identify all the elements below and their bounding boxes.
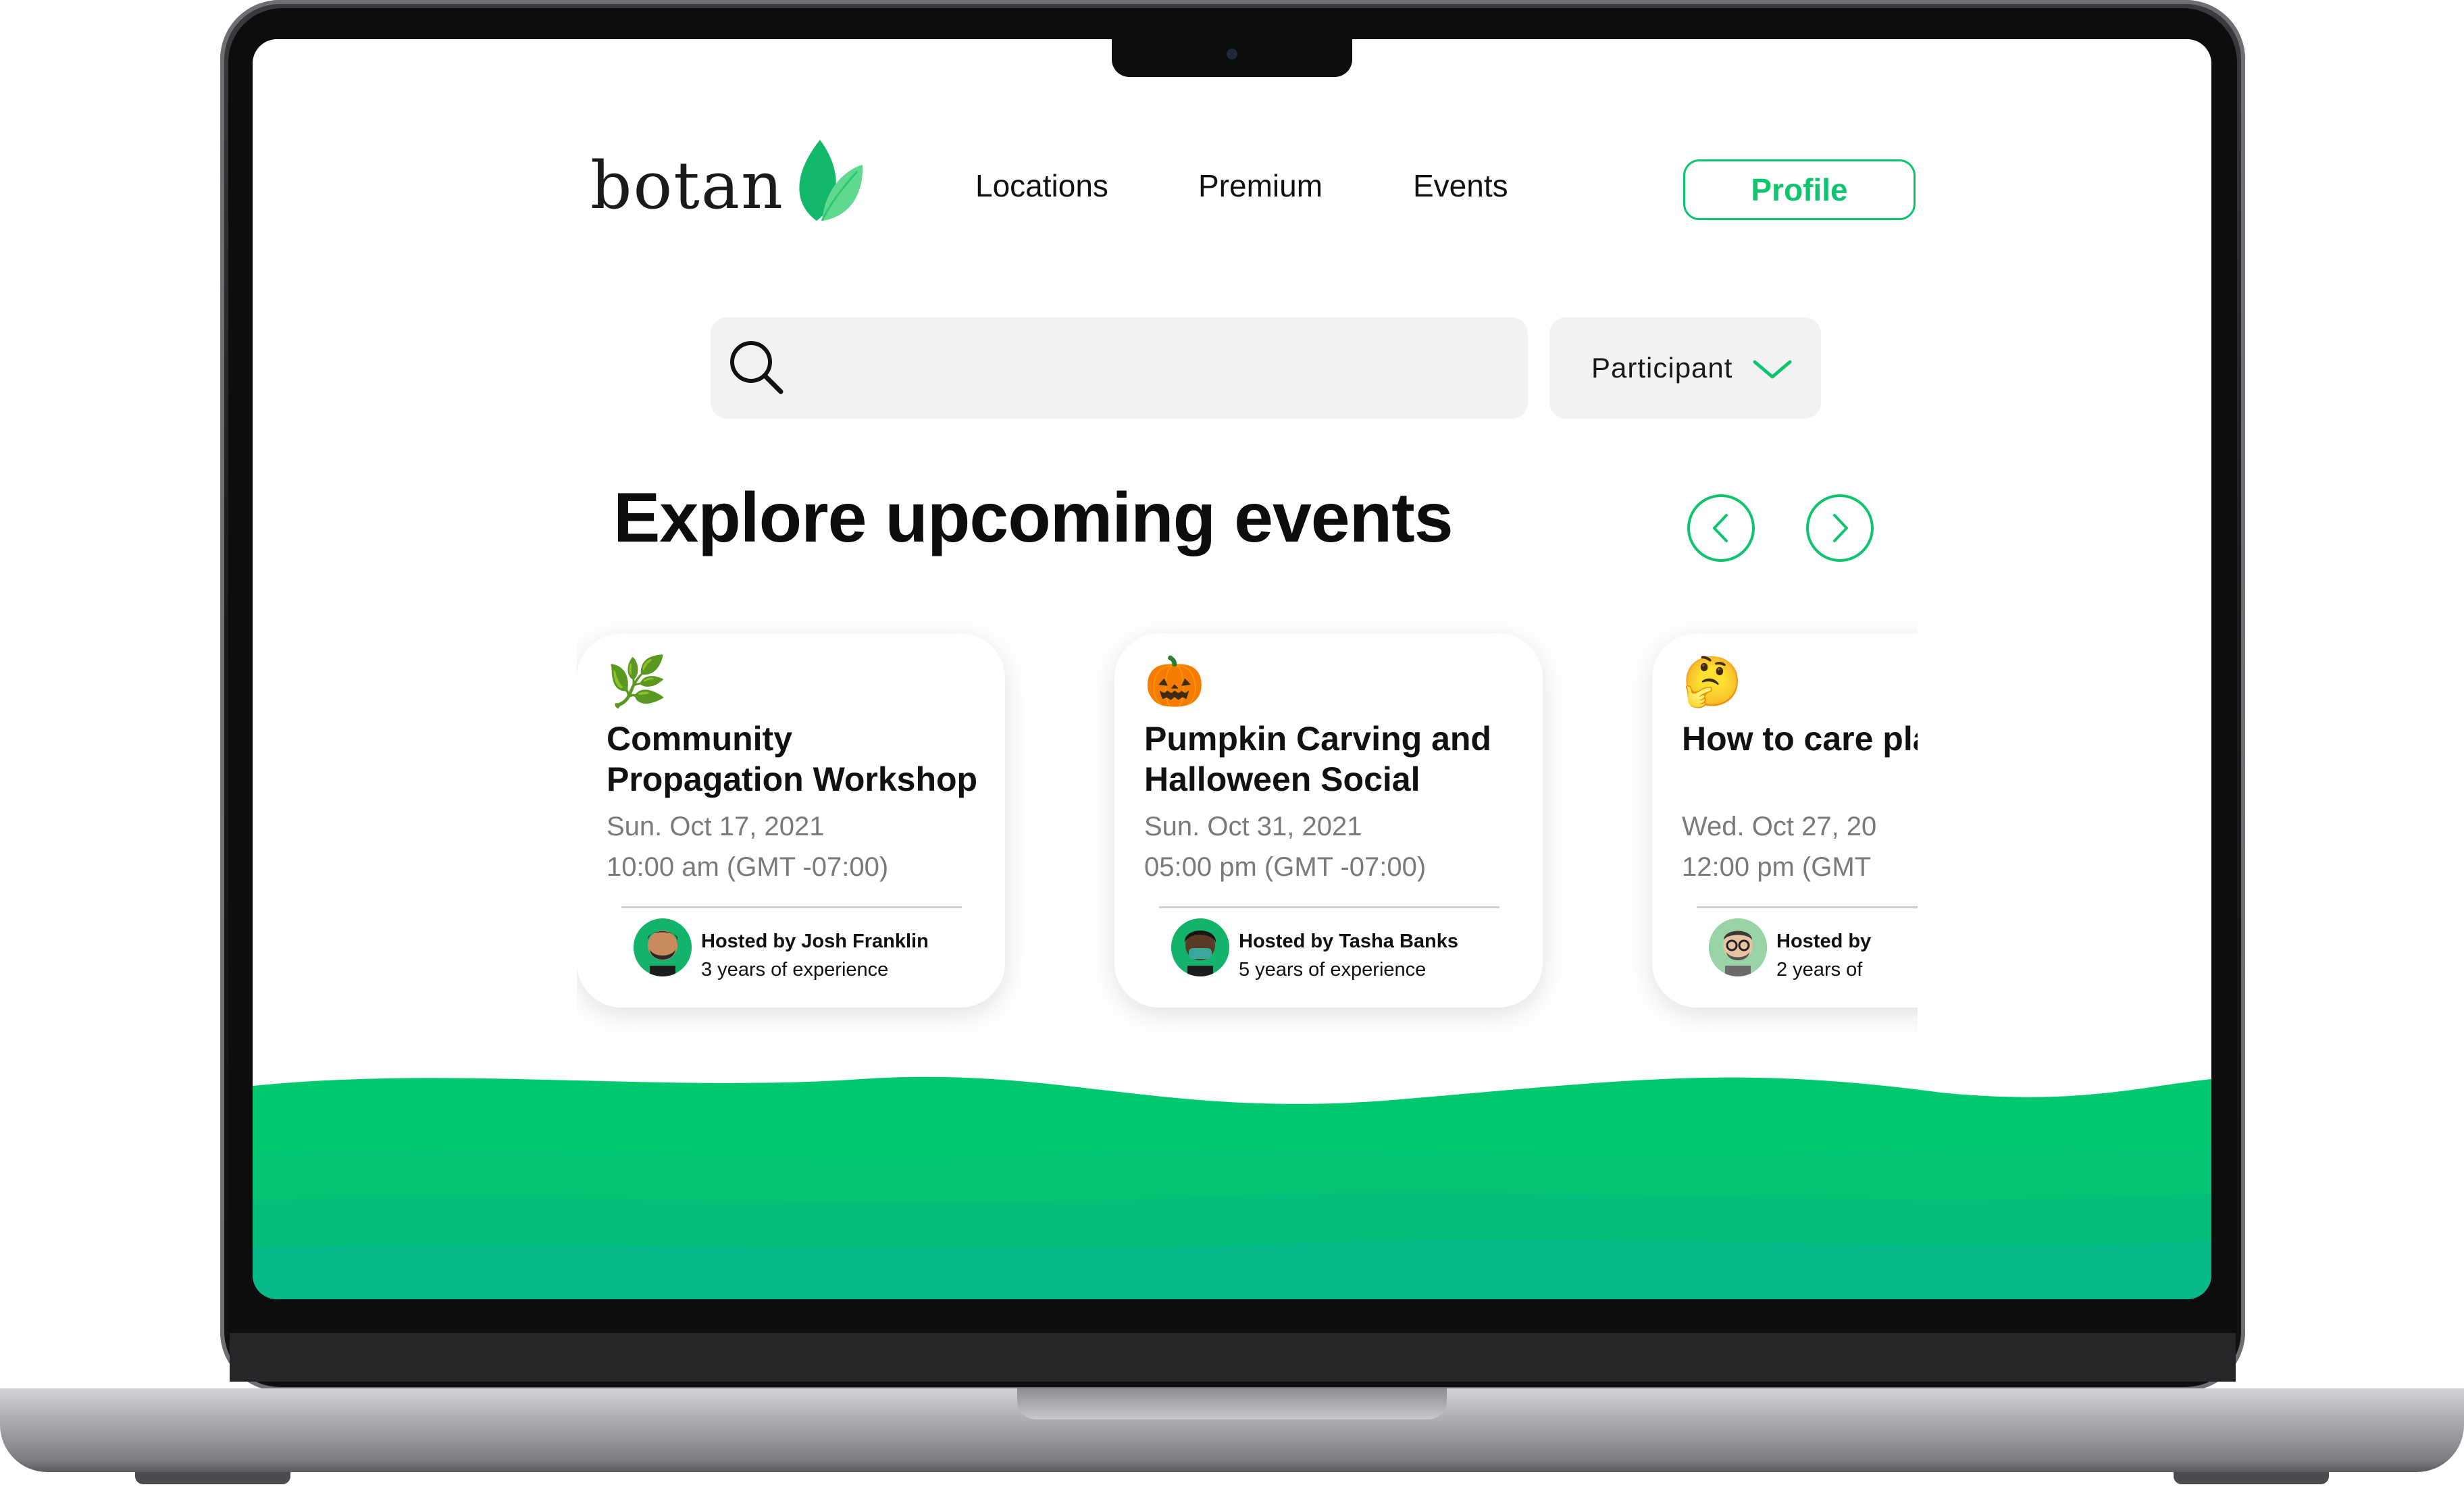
- laptop-opening-notch: [1017, 1388, 1447, 1419]
- laptop-foot: [135, 1472, 290, 1484]
- event-host: Hosted by Josh Franklin: [701, 931, 929, 952]
- search-icon: [730, 341, 784, 394]
- decorative-waves: [253, 1076, 2211, 1299]
- laptop-frame: botan Locations Premium Events Profile P…: [0, 0, 2464, 1489]
- card-divider: [1159, 906, 1499, 908]
- event-date: Sun. Oct 17, 2021: [607, 812, 825, 841]
- events-carousel: 🌿 Community Propagation Workshop Sun. Oc…: [577, 620, 1918, 1093]
- event-card[interactable]: 🌿 Community Propagation Workshop Sun. Oc…: [577, 633, 1005, 1008]
- host-experience: 3 years of experience: [701, 959, 889, 981]
- event-time: 05:00 pm (GMT -07:00): [1144, 852, 1427, 882]
- nav-locations[interactable]: Locations: [975, 167, 1108, 204]
- card-divider: [621, 906, 962, 908]
- section-heading: Explore upcoming events: [613, 479, 1454, 557]
- chevron-left-icon: [1713, 514, 1728, 542]
- chevron-right-icon: [1833, 514, 1848, 542]
- profile-button[interactable]: Profile: [1683, 159, 1916, 220]
- brand-logo[interactable]: botan: [590, 140, 864, 224]
- event-host: Hosted by: [1776, 931, 1872, 952]
- event-time: 10:00 am (GMT -07:00): [607, 852, 889, 882]
- chevron-down-icon: [1753, 360, 1792, 379]
- event-host: Hosted by Tasha Banks: [1239, 931, 1459, 952]
- event-title: How to care plants: [1682, 720, 1918, 758]
- event-date: Wed. Oct 27, 20: [1682, 812, 1877, 841]
- host-avatar: [634, 918, 692, 976]
- event-date: Sun. Oct 31, 2021: [1144, 812, 1362, 841]
- brand-name: botan: [590, 148, 784, 224]
- role-select[interactable]: Participant: [1549, 317, 1821, 419]
- camera-notch: [1112, 39, 1352, 77]
- pumpkin-icon: 🎃: [1144, 655, 1205, 709]
- herb-icon: 🌿: [607, 655, 667, 709]
- event-card[interactable]: 🤔 How to care plants Wed. Oct 27, 20 12:…: [1652, 633, 1918, 1008]
- card-divider: [1697, 906, 1918, 908]
- event-title: Community Propagation Workshop: [607, 720, 978, 798]
- laptop-hinge: [230, 1333, 2236, 1382]
- thinking-face-icon: 🤔: [1682, 655, 1743, 709]
- nav-events[interactable]: Events: [1413, 167, 1508, 204]
- host-avatar: [1709, 918, 1767, 976]
- app-screen: botan Locations Premium Events Profile P…: [253, 39, 2211, 1299]
- host-experience: 2 years of: [1776, 959, 1863, 981]
- host-experience: 5 years of experience: [1239, 959, 1427, 981]
- event-card[interactable]: 🎃 Pumpkin Carving and Halloween Social S…: [1114, 633, 1543, 1008]
- event-title: Pumpkin Carving and Halloween Social: [1144, 720, 1491, 798]
- nav-premium[interactable]: Premium: [1198, 167, 1323, 204]
- laptop-foot: [2174, 1472, 2329, 1484]
- role-select-value: Participant: [1591, 352, 1733, 384]
- search-input[interactable]: [711, 317, 1528, 419]
- leaf-icon: [799, 140, 863, 221]
- host-avatar: [1171, 918, 1229, 976]
- carousel-prev-button[interactable]: [1687, 494, 1755, 562]
- carousel-next-button[interactable]: [1806, 494, 1874, 562]
- event-time: 12:00 pm (GMT: [1682, 852, 1872, 882]
